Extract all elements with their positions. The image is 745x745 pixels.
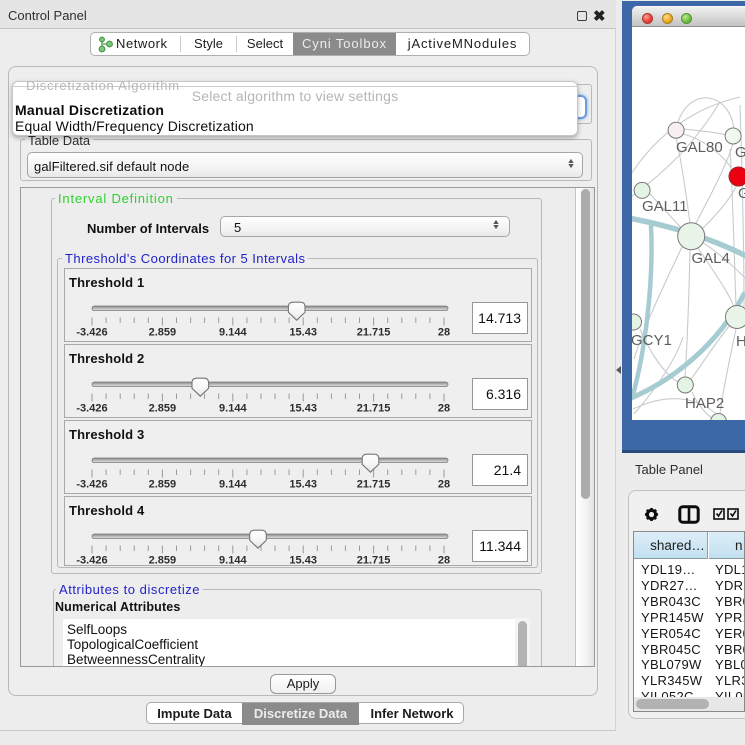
svg-text:9.144: 9.144 [219, 479, 247, 491]
svg-text:H: H [736, 333, 745, 350]
svg-text:GAL80: GAL80 [676, 139, 723, 156]
svg-text:21.715: 21.715 [357, 555, 391, 567]
svg-text:28: 28 [438, 479, 450, 491]
svg-text:9.144: 9.144 [219, 327, 247, 339]
svg-text:GCY1: GCY1 [632, 332, 672, 349]
svg-text:28: 28 [438, 327, 450, 339]
svg-text:2.859: 2.859 [149, 403, 177, 415]
svg-text:-3.426: -3.426 [76, 479, 107, 491]
svg-text:2.859: 2.859 [149, 555, 177, 567]
svg-text:G: G [738, 185, 745, 202]
svg-text:HAP2: HAP2 [685, 395, 724, 412]
svg-text:GAL4: GAL4 [691, 250, 729, 267]
svg-text:GAL11: GAL11 [642, 198, 688, 215]
svg-text:9.144: 9.144 [219, 555, 247, 567]
svg-text:-3.426: -3.426 [76, 403, 107, 415]
svg-text:-3.426: -3.426 [76, 327, 107, 339]
svg-text:2.859: 2.859 [149, 327, 177, 339]
svg-text:GA: GA [735, 144, 745, 161]
svg-text:15.43: 15.43 [289, 555, 317, 567]
svg-text:21.715: 21.715 [357, 479, 391, 491]
svg-text:15.43: 15.43 [289, 327, 317, 339]
svg-text:28: 28 [438, 403, 450, 415]
svg-text:21.715: 21.715 [357, 327, 391, 339]
svg-text:-3.426: -3.426 [76, 555, 107, 567]
svg-text:15.43: 15.43 [289, 403, 317, 415]
svg-text:2.859: 2.859 [149, 479, 177, 491]
svg-text:9.144: 9.144 [219, 403, 247, 415]
svg-text:28: 28 [438, 555, 450, 567]
svg-text:21.715: 21.715 [357, 403, 391, 415]
svg-text:15.43: 15.43 [289, 479, 317, 491]
